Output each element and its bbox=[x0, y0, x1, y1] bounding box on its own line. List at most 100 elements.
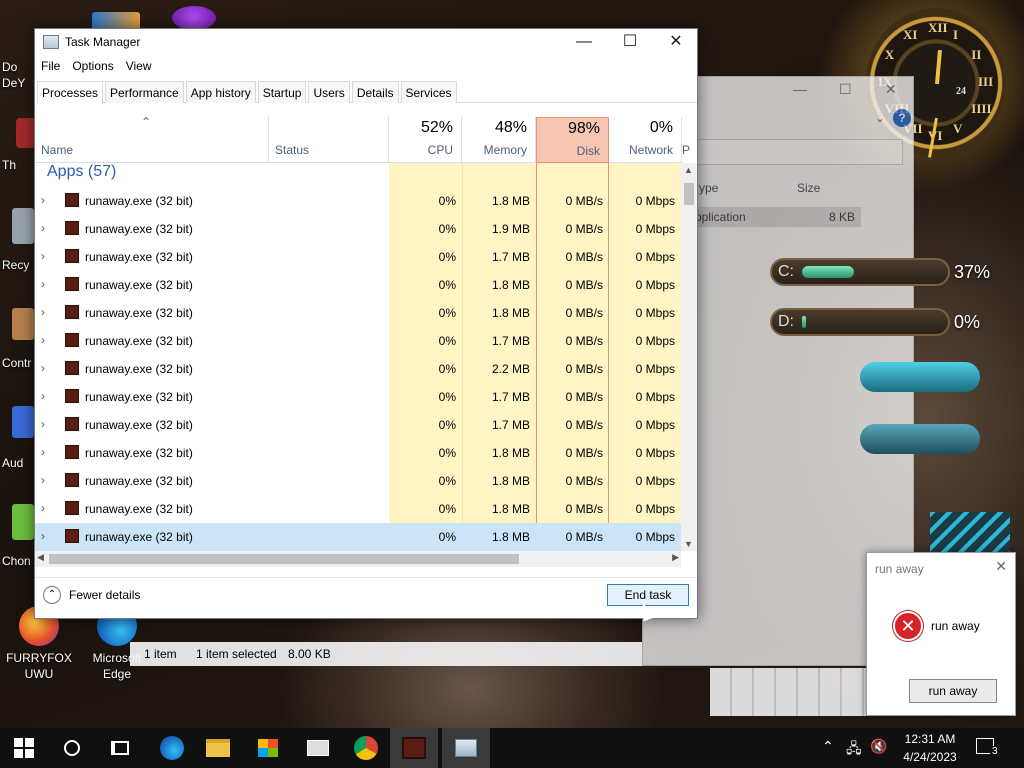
menu-file[interactable]: File bbox=[35, 57, 66, 77]
expand-chevron-icon[interactable]: › bbox=[41, 501, 45, 515]
tab-users[interactable]: Users bbox=[308, 81, 350, 103]
close-button[interactable]: ✕ bbox=[653, 29, 699, 55]
desktop-icon-stub-5[interactable] bbox=[12, 504, 34, 540]
column-power-partial[interactable]: P bbox=[682, 117, 696, 163]
desktop-icon-stub-4[interactable] bbox=[12, 406, 34, 438]
expand-chevron-icon[interactable]: › bbox=[41, 473, 45, 487]
taskbar-edge[interactable] bbox=[148, 728, 196, 768]
expand-chevron-icon[interactable]: › bbox=[41, 529, 45, 543]
desktop-icon-stub-3[interactable] bbox=[12, 308, 34, 340]
table-row[interactable]: › runaway.exe (32 bit) 0% 1.7 MB 0 MB/s 0 Mbp… bbox=[35, 383, 681, 411]
vertical-scrollbar[interactable]: ▲ ▼ bbox=[681, 163, 697, 551]
taskbar-mail[interactable] bbox=[294, 728, 342, 768]
chevron-down-icon[interactable]: ⌄ bbox=[875, 111, 885, 125]
minimize-button[interactable]: — bbox=[561, 29, 607, 55]
expand-chevron-icon[interactable]: › bbox=[41, 249, 45, 263]
title-bar[interactable]: Task Manager — ☐ ✕ bbox=[35, 29, 697, 55]
group-header-apps[interactable]: Apps (57) bbox=[47, 163, 116, 181]
horizontal-scrollbar[interactable]: ◀ ▶ bbox=[35, 551, 681, 567]
search-button[interactable] bbox=[48, 728, 96, 768]
tab-app-history[interactable]: App history bbox=[185, 81, 256, 103]
taskbar-store[interactable] bbox=[244, 728, 292, 768]
desktop-icon-label-partial[interactable]: Contr bbox=[2, 356, 31, 370]
scroll-left-icon[interactable]: ◀ bbox=[37, 552, 44, 563]
column-memory[interactable]: 48% Memory bbox=[462, 117, 536, 163]
column-type[interactable]: ype bbox=[699, 181, 718, 195]
clock-time[interactable]: 12:31 AM bbox=[902, 732, 958, 746]
column-disk[interactable]: 98% Disk bbox=[536, 117, 609, 163]
desktop-icon-top-2[interactable] bbox=[172, 6, 216, 30]
expand-chevron-icon[interactable]: › bbox=[41, 417, 45, 431]
column-cpu[interactable]: 52% CPU bbox=[389, 117, 462, 163]
scroll-right-icon[interactable]: ▶ bbox=[672, 552, 679, 563]
help-icon[interactable]: ? bbox=[893, 109, 911, 127]
expand-chevron-icon[interactable]: › bbox=[41, 305, 45, 319]
desktop-icon-stub-2[interactable] bbox=[12, 208, 34, 244]
table-row[interactable]: › runaway.exe (32 bit) 0% 2.2 MB 0 MB/s 0 Mbp… bbox=[35, 355, 681, 383]
menu-options[interactable]: Options bbox=[66, 57, 119, 77]
desktop-icon-label-partial[interactable]: Chon bbox=[2, 554, 31, 568]
scroll-up-icon[interactable]: ▲ bbox=[684, 165, 693, 175]
minimize-icon[interactable]: — bbox=[793, 81, 807, 97]
table-row[interactable]: › runaway.exe (32 bit) 0% 1.8 MB 0 MB/s 0 Mbp… bbox=[35, 187, 681, 215]
menu-view[interactable]: View bbox=[120, 57, 158, 77]
desktop-icon-label-partial[interactable]: DeY bbox=[2, 76, 25, 90]
tab-startup[interactable]: Startup bbox=[257, 81, 307, 103]
column-status[interactable]: Status bbox=[269, 117, 389, 163]
desktop-icon-stub-1[interactable] bbox=[16, 118, 36, 148]
desktop-icon-label-partial[interactable]: Recy bbox=[2, 258, 29, 272]
table-row[interactable]: › runaway.exe (32 bit) 0% 1.8 MB 0 MB/s 0 Mbp… bbox=[35, 271, 681, 299]
table-row[interactable]: › runaway.exe (32 bit) 0% 1.8 MB 0 MB/s 0 Mbp… bbox=[35, 495, 681, 523]
tab-processes[interactable]: Processes bbox=[37, 81, 104, 104]
maximize-button[interactable]: ☐ bbox=[607, 29, 653, 55]
scroll-down-icon[interactable]: ▼ bbox=[684, 539, 693, 549]
expand-chevron-icon[interactable]: › bbox=[41, 389, 45, 403]
run-away-dialog[interactable]: run away ✕ ✕ run away run away bbox=[866, 552, 1016, 716]
task-view-button[interactable] bbox=[96, 728, 144, 768]
close-icon[interactable]: ✕ bbox=[885, 81, 897, 98]
clock-date[interactable]: 4/24/2023 bbox=[894, 750, 966, 764]
taskbar-chrome[interactable] bbox=[342, 728, 390, 768]
column-network[interactable]: 0% Network bbox=[609, 117, 682, 163]
table-row[interactable]: › runaway.exe (32 bit) 0% 1.8 MB 0 MB/s 0 Mbp… bbox=[35, 523, 681, 551]
table-row[interactable]: › runaway.exe (32 bit) 0% 1.8 MB 0 MB/s 0 Mbp… bbox=[35, 439, 681, 467]
table-row[interactable]: › runaway.exe (32 bit) 0% 1.7 MB 0 MB/s 0 Mbp… bbox=[35, 411, 681, 439]
table-row[interactable]: › runaway.exe (32 bit) 0% 1.7 MB 0 MB/s 0 Mbp… bbox=[35, 243, 681, 271]
desktop-icon-label-partial[interactable]: Th bbox=[2, 158, 16, 172]
column-size[interactable]: Size bbox=[797, 181, 820, 195]
table-row[interactable]: › runaway.exe (32 bit) 0% 1.9 MB 0 MB/s 0 Mbp… bbox=[35, 215, 681, 243]
scrollbar-thumb[interactable] bbox=[49, 554, 519, 564]
taskbar-runaway[interactable] bbox=[390, 728, 438, 768]
expand-chevron-icon[interactable]: › bbox=[41, 445, 45, 459]
close-icon[interactable]: ✕ bbox=[995, 558, 1007, 575]
column-name[interactable]: ⌃ Name bbox=[35, 115, 269, 163]
expand-chevron-icon[interactable]: › bbox=[41, 361, 45, 375]
desktop-icon-label-partial[interactable]: Aud bbox=[2, 456, 23, 470]
desktop-icon-label-partial[interactable]: Do bbox=[2, 60, 17, 74]
start-button[interactable] bbox=[0, 728, 48, 768]
tab-details[interactable]: Details bbox=[351, 81, 399, 103]
maximize-icon[interactable]: ☐ bbox=[839, 81, 852, 98]
table-row[interactable]: › runaway.exe (32 bit) 0% 1.8 MB 0 MB/s 0 Mbp… bbox=[35, 467, 681, 495]
expand-chevron-icon[interactable]: › bbox=[41, 277, 45, 291]
expand-chevron-icon[interactable]: › bbox=[41, 333, 45, 347]
task-manager-window[interactable]: Task Manager — ☐ ✕ File Options View Pro… bbox=[34, 28, 698, 619]
show-hidden-icons-chevron-icon[interactable]: ⌃ bbox=[822, 738, 834, 755]
fewer-details-button[interactable]: ⌃ Fewer details bbox=[43, 586, 140, 604]
volume-muted-icon[interactable]: 🔇 bbox=[870, 738, 887, 755]
network-icon[interactable]: 🖧 bbox=[846, 738, 862, 762]
expand-chevron-icon[interactable]: › bbox=[41, 193, 45, 207]
taskbar-file-explorer[interactable] bbox=[194, 728, 242, 768]
table-row[interactable]: › runaway.exe (32 bit) 0% 1.7 MB 0 MB/s 0 Mbp… bbox=[35, 327, 681, 355]
expand-chevron-icon[interactable]: › bbox=[41, 221, 45, 235]
file-row[interactable]: pplication 8 KB bbox=[695, 207, 861, 227]
table-row[interactable]: › runaway.exe (32 bit) 0% 1.8 MB 0 MB/s 0 Mbp… bbox=[35, 299, 681, 327]
tab-services[interactable]: Services bbox=[400, 81, 457, 103]
address-bar[interactable] bbox=[695, 139, 903, 165]
scrollbar-thumb[interactable] bbox=[684, 183, 694, 205]
taskbar-task-manager[interactable] bbox=[442, 728, 490, 768]
file-size: 8 KB bbox=[828, 210, 855, 224]
cell-memory: 1.8 MB bbox=[491, 194, 530, 208]
dialog-ok-button[interactable]: run away bbox=[909, 679, 997, 703]
tab-performance[interactable]: Performance bbox=[105, 81, 184, 103]
